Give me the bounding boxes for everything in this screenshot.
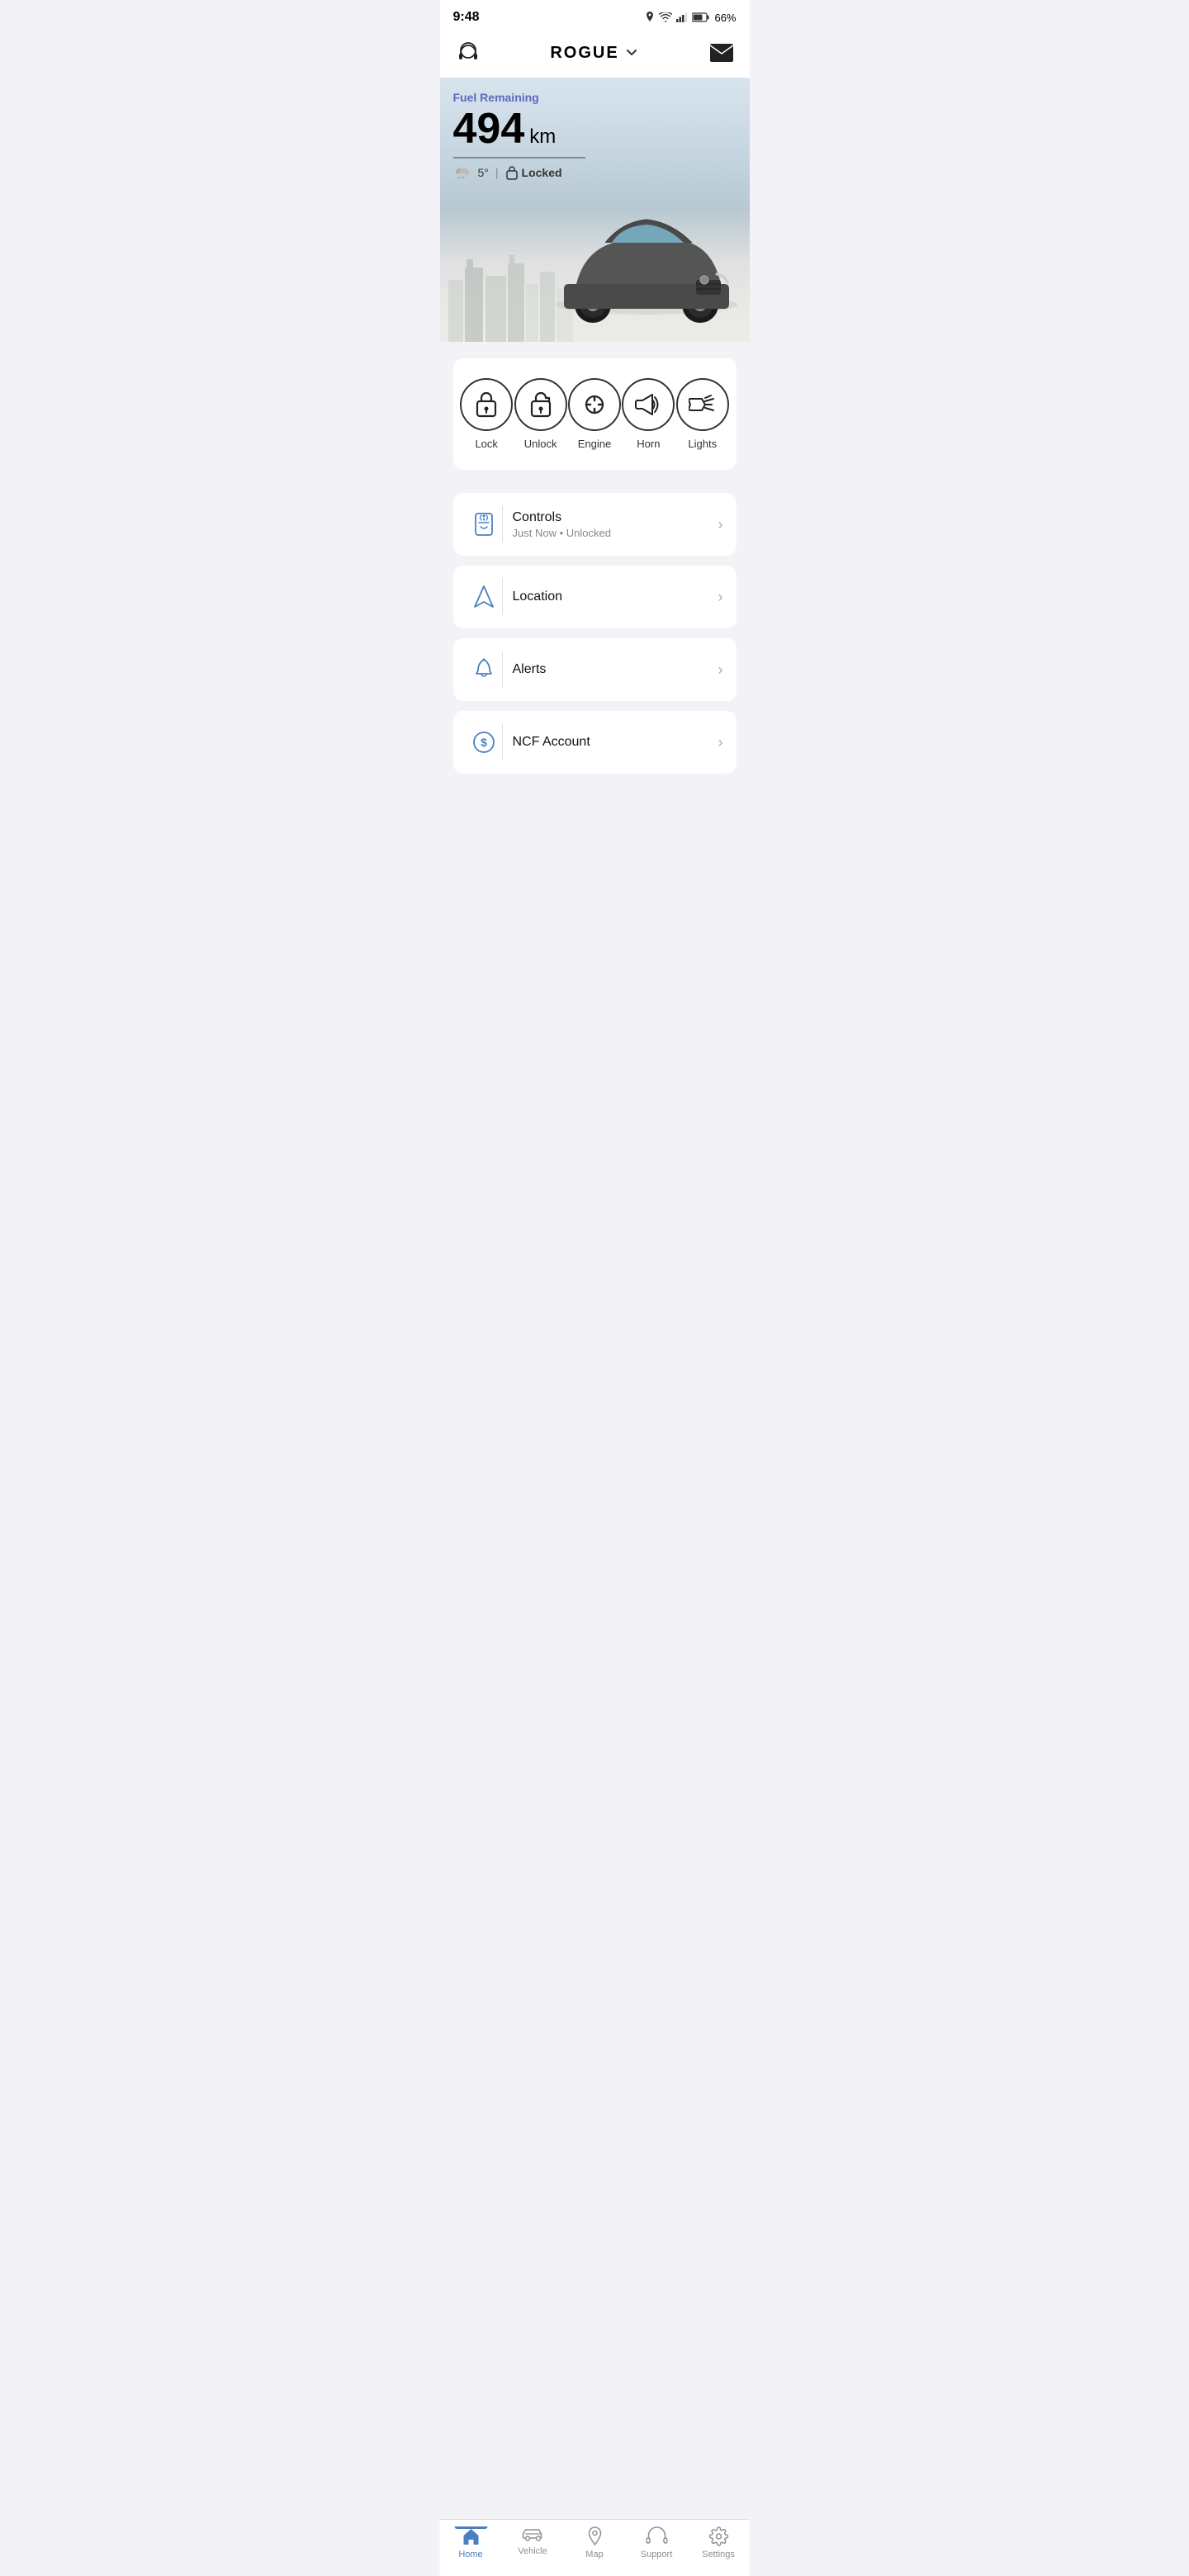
weather-icon [453,166,471,179]
lights-button[interactable] [676,378,729,431]
status-time: 9:48 [453,10,480,25]
home-nav-icon [461,2526,481,2546]
nav-support-label: Support [641,2550,673,2559]
weather-status-row: 5° | Locked [453,165,737,180]
vehicle-name-dropdown[interactable]: ROGUE [550,44,638,63]
battery-percentage: 66% [714,12,736,24]
map-nav-icon [586,2526,603,2546]
engine-button-group: Engine [568,378,621,450]
ncf-menu-title: NCF Account [513,735,708,750]
svg-text:$: $ [481,736,487,749]
nav-home-label: Home [458,2550,482,2559]
menu-section: Controls Just Now • Unlocked › Location … [440,493,750,774]
location-menu-text: Location [513,590,708,604]
unlock-label: Unlock [524,438,557,450]
settings-nav-icon [708,2526,728,2546]
status-icons: 66% [645,12,736,24]
lock-icon-small [505,165,519,180]
support-icon[interactable] [453,38,483,68]
fuel-label: Fuel Remaining [453,91,737,104]
location-chevron: › [718,589,723,606]
alerts-menu-text: Alerts [513,662,708,677]
location-menu-icon [473,584,495,610]
controls-menu-text: Controls Just Now • Unlocked [513,510,708,539]
lock-button-group: Lock [460,378,513,450]
lock-icon [474,391,499,419]
location-menu-title: Location [513,590,708,604]
alerts-icon-wrap [467,651,503,688]
lock-button[interactable] [460,378,513,431]
vehicle-nav-icon [521,2526,544,2543]
controls-menu-subtitle: Just Now • Unlocked [513,527,708,539]
control-buttons-row: Lock Unlock [460,378,730,450]
alerts-chevron: › [718,661,723,679]
signal-icon [676,12,688,22]
controls-chevron: › [718,516,723,533]
hero-section: Fuel Remaining 494 km 5° | [440,78,750,342]
nav-vehicle-label: Vehicle [518,2546,547,2556]
alerts-menu-icon [473,656,495,683]
unlock-button-group: Unlock [514,378,567,450]
controls-card: Lock Unlock [453,358,737,470]
car-image [539,177,750,342]
engine-button[interactable] [568,378,621,431]
horn-button-group: Horn [622,378,675,450]
lights-icon [689,393,717,416]
alerts-menu-title: Alerts [513,662,708,677]
nav-home[interactable]: Home [446,2526,495,2559]
nav-settings[interactable]: Settings [694,2526,743,2559]
ncf-chevron: › [718,734,723,751]
header: ROGUE [440,31,750,78]
lock-label: Lock [475,438,497,450]
horn-icon [634,393,662,416]
engine-label: Engine [578,438,611,450]
horn-label: Horn [637,438,660,450]
temperature: 5° [478,166,489,179]
location-menu-item[interactable]: Location › [453,566,737,628]
nav-map[interactable]: Map [570,2526,619,2559]
nav-settings-label: Settings [702,2550,735,2559]
engine-icon [581,391,608,418]
controls-icon-wrap [467,506,503,542]
nav-support[interactable]: Support [632,2526,681,2559]
ncf-menu-text: NCF Account [513,735,708,750]
controls-menu-icon [472,511,495,537]
horn-button[interactable] [622,378,675,431]
vehicle-name: ROGUE [550,44,618,63]
status-bar: 9:48 66% [440,0,750,31]
lock-status: Locked [505,165,562,180]
ncf-icon-wrap: $ [467,724,503,760]
ncf-menu-icon: $ [472,731,495,754]
lights-button-group: Lights [676,378,729,450]
chevron-down-icon [624,45,639,60]
controls-menu-title: Controls [513,510,708,525]
nav-map-label: Map [585,2550,603,2559]
lock-status-text: Locked [522,166,562,179]
mail-button[interactable] [707,38,737,68]
controls-menu-item[interactable]: Controls Just Now • Unlocked › [453,493,737,556]
unlock-icon [528,391,553,419]
wifi-icon [659,12,672,22]
fuel-divider [453,157,585,159]
ncf-account-menu-item[interactable]: $ NCF Account › [453,711,737,774]
nav-active-indicator [454,2526,487,2529]
alerts-menu-item[interactable]: Alerts › [453,638,737,701]
location-icon-wrap [467,579,503,615]
location-icon [645,12,655,23]
support-nav-icon [646,2526,667,2546]
fuel-unit: km [529,125,556,149]
bottom-navigation: Home Vehicle Map Support [440,2519,750,2576]
controls-section: Lock Unlock [440,342,750,486]
fuel-value: 494 [453,107,525,150]
battery-icon [692,12,710,22]
nav-vehicle[interactable]: Vehicle [508,2526,557,2559]
unlock-button[interactable] [514,378,567,431]
lights-label: Lights [688,438,717,450]
